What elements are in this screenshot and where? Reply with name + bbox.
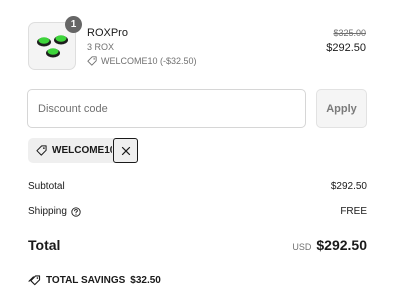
applied-discount-code: WELCOME10 [52, 145, 112, 156]
quantity-badge: 1 [65, 16, 82, 33]
product-discount-text: WELCOME10 (-$32.50) [101, 56, 197, 66]
subtotal-label: Subtotal [28, 181, 65, 192]
tag-icon [87, 56, 97, 66]
total-row: Total USD $292.50 [28, 237, 367, 253]
savings-label: TOTAL SAVINGS [46, 275, 126, 286]
product-image [37, 35, 68, 58]
product-name: ROXPro [87, 27, 128, 39]
subtotal-value: $292.50 [330, 181, 367, 192]
shipping-row: Shipping FREE [28, 206, 367, 217]
price-current: $292.50 [326, 42, 366, 54]
currency-code: USD [292, 242, 312, 252]
remove-discount-button[interactable] [113, 138, 138, 163]
applied-discount-chip: WELCOME10 [28, 138, 138, 163]
apply-button[interactable]: Apply [316, 89, 367, 128]
tag-icon [36, 145, 47, 156]
product-variant: 3 ROX [87, 42, 115, 52]
shipping-value: FREE [340, 206, 367, 217]
product-discount: WELCOME10 (-$32.50) [87, 56, 197, 66]
total-label: Total [28, 237, 61, 253]
subtotal-row: Subtotal $292.50 [28, 181, 367, 192]
total-savings: TOTAL SAVINGS $32.50 [28, 275, 161, 286]
price-original: $325.00 [333, 28, 366, 38]
total-value: $292.50 [316, 237, 367, 253]
close-icon [121, 146, 130, 155]
discount-code-input[interactable] [27, 89, 306, 128]
tags-icon [28, 275, 41, 286]
savings-value: $32.50 [130, 275, 161, 286]
help-circle-icon[interactable] [71, 206, 81, 217]
cart-line-item: 1 ROXPro 3 ROX WELCOME10 (-$32.50) $325.… [28, 16, 368, 72]
shipping-label: Shipping [28, 206, 67, 217]
